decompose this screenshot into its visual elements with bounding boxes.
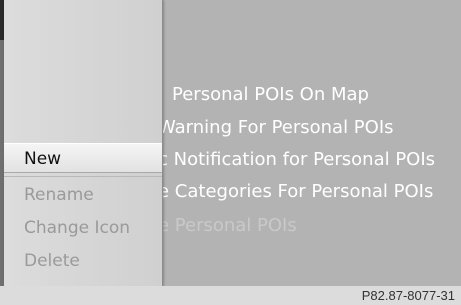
submenu-panel: New Rename Change Icon Delete — [4, 0, 163, 286]
submenu-item-label: Delete — [24, 251, 80, 271]
menu-item-label: e Categories For Personal POIs — [158, 181, 434, 202]
menu-item-label: Personal POIs On Map — [172, 84, 369, 105]
submenu-item-change-icon[interactable]: Change Icon — [4, 213, 162, 243]
submenu-item-label: New — [24, 149, 62, 169]
submenu-item-rename[interactable]: Rename — [4, 180, 162, 210]
menu-item-label: c Notification for Personal POIs — [158, 149, 436, 170]
submenu-divider — [4, 176, 162, 177]
menu-item-label: Warning For Personal POIs — [158, 117, 394, 138]
figure-code: P82.87-8077-31 — [361, 288, 455, 303]
submenu-item-new[interactable]: New — [4, 143, 162, 173]
menu-item-label: e Personal POIs — [158, 215, 297, 236]
submenu-item-label: Change Icon — [24, 218, 131, 238]
submenu-item-label: Rename — [24, 185, 94, 205]
submenu-item-delete[interactable]: Delete — [4, 246, 162, 276]
navigation-screen: Personal POIs On Map Warning For Persona… — [0, 0, 461, 286]
